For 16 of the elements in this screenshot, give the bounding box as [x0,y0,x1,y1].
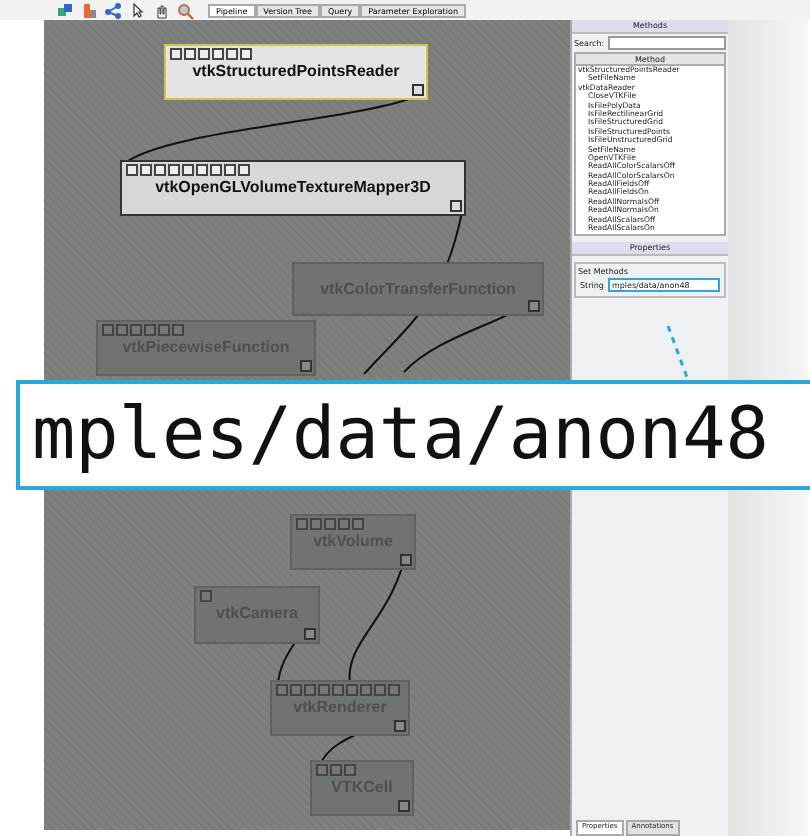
module-box[interactable]: vtkOpenGLVolumeTextureMapper3D [120,160,466,216]
module-box[interactable]: vtkStructuredPointsReader [164,44,428,100]
hand-icon[interactable] [152,1,170,19]
module-name: vtkStructuredPointsReader [192,62,400,80]
zoom-icon[interactable] [176,1,194,19]
output-port-icon[interactable] [412,84,424,96]
leader-line [666,326,690,381]
input-port-icon[interactable] [200,590,212,602]
pointer-icon[interactable] [128,1,146,19]
tree-icon[interactable] [104,1,122,19]
output-port-icon[interactable] [450,200,462,212]
module-icon[interactable] [56,1,74,19]
search-field[interactable] [608,36,726,50]
zoomed-field-text: mples/data/anon48 [16,380,810,490]
module-name: vtkOpenGLVolumeTextureMapper3D [155,178,431,196]
pipeline-icon[interactable] [80,1,98,19]
